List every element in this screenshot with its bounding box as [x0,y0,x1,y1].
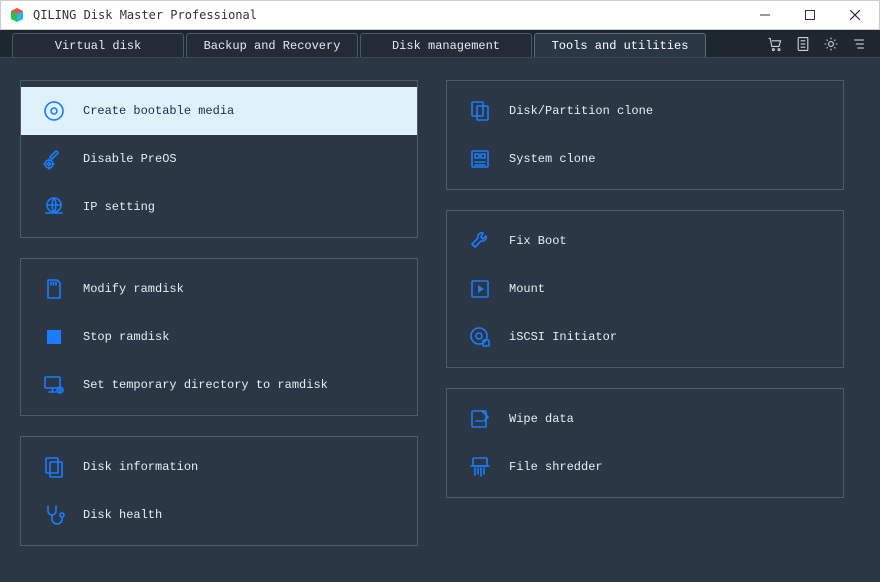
item-stop-ramdisk[interactable]: Stop ramdisk [21,313,417,361]
tab-virtual-disk[interactable]: Virtual disk [12,33,184,57]
title-bar: QILING Disk Master Professional [0,0,880,30]
item-label: Mount [509,282,545,296]
tab-strip: Virtual disk Backup and Recovery Disk ma… [0,30,880,58]
item-label: Modify ramdisk [83,282,184,296]
item-create-bootable-media[interactable]: Create bootable media [21,87,417,135]
tab-label: Tools and utilities [552,39,689,53]
item-file-shredder[interactable]: File shredder [447,443,843,491]
sdcard-icon [41,276,67,302]
wipe-icon [467,406,493,432]
tab-tools-utilities[interactable]: Tools and utilities [534,33,706,57]
app-logo-icon [9,7,25,23]
tab-disk-management[interactable]: Disk management [360,33,532,57]
item-label: File shredder [509,460,603,474]
item-ip-setting[interactable]: IP setting [21,183,417,231]
settings-icon[interactable] [822,35,840,53]
panel-wipe-tools: Wipe data File shredder [446,388,844,498]
cart-icon[interactable] [766,35,784,53]
content-area: Create bootable media Disable PreOS IP s… [0,58,880,582]
monitor-gear-icon [41,372,67,398]
item-label: Wipe data [509,412,574,426]
item-disk-partition-clone[interactable]: Disk/Partition clone [447,87,843,135]
item-label: Disable PreOS [83,152,177,166]
tab-backup-recovery[interactable]: Backup and Recovery [186,33,358,57]
item-mount[interactable]: Mount [447,265,843,313]
log-icon[interactable] [794,35,812,53]
iscsi-icon [467,324,493,350]
maximize-button[interactable] [787,1,832,30]
item-system-clone[interactable]: System clone [447,135,843,183]
item-label: Set temporary directory to ramdisk [83,378,328,392]
panel-clone-tools: Disk/Partition clone System clone [446,80,844,190]
panel-ramdisk-tools: Modify ramdisk Stop ramdisk Set temporar… [20,258,418,416]
disc-icon [41,98,67,124]
right-column: Disk/Partition clone System clone Fix Bo… [446,80,844,562]
panel-boot-mount-tools: Fix Boot Mount iSCSI Initiator [446,210,844,368]
wrench-icon [467,228,493,254]
item-label: Disk health [83,508,162,522]
item-label: IP setting [83,200,155,214]
item-label: Create bootable media [83,104,234,118]
stop-icon [41,324,67,350]
left-column: Create bootable media Disable PreOS IP s… [20,80,418,562]
menu-icon[interactable] [850,35,868,53]
disk-info-icon [41,454,67,480]
tab-label: Backup and Recovery [204,39,341,53]
play-icon [467,276,493,302]
item-label: Disk information [83,460,198,474]
minimize-button[interactable] [742,1,787,30]
item-disable-preos[interactable]: Disable PreOS [21,135,417,183]
item-label: Fix Boot [509,234,567,248]
item-label: iSCSI Initiator [509,330,617,344]
item-label: System clone [509,152,595,166]
item-wipe-data[interactable]: Wipe data [447,395,843,443]
gear-wrench-icon [41,146,67,172]
stethoscope-icon [41,502,67,528]
globe-icon [41,194,67,220]
close-button[interactable] [832,1,877,30]
item-label: Stop ramdisk [83,330,169,344]
panel-boot-tools: Create bootable media Disable PreOS IP s… [20,80,418,238]
item-set-temp-directory-ramdisk[interactable]: Set temporary directory to ramdisk [21,361,417,409]
panel-disk-info: Disk information Disk health [20,436,418,546]
item-fix-boot[interactable]: Fix Boot [447,217,843,265]
toolbar-icons [766,30,880,57]
clone-icon [467,98,493,124]
system-clone-icon [467,146,493,172]
item-modify-ramdisk[interactable]: Modify ramdisk [21,265,417,313]
shredder-icon [467,454,493,480]
window-title: QILING Disk Master Professional [33,8,257,22]
item-disk-health[interactable]: Disk health [21,491,417,539]
tab-label: Disk management [392,39,500,53]
tab-label: Virtual disk [55,39,141,53]
item-label: Disk/Partition clone [509,104,653,118]
item-iscsi-initiator[interactable]: iSCSI Initiator [447,313,843,361]
item-disk-information[interactable]: Disk information [21,443,417,491]
